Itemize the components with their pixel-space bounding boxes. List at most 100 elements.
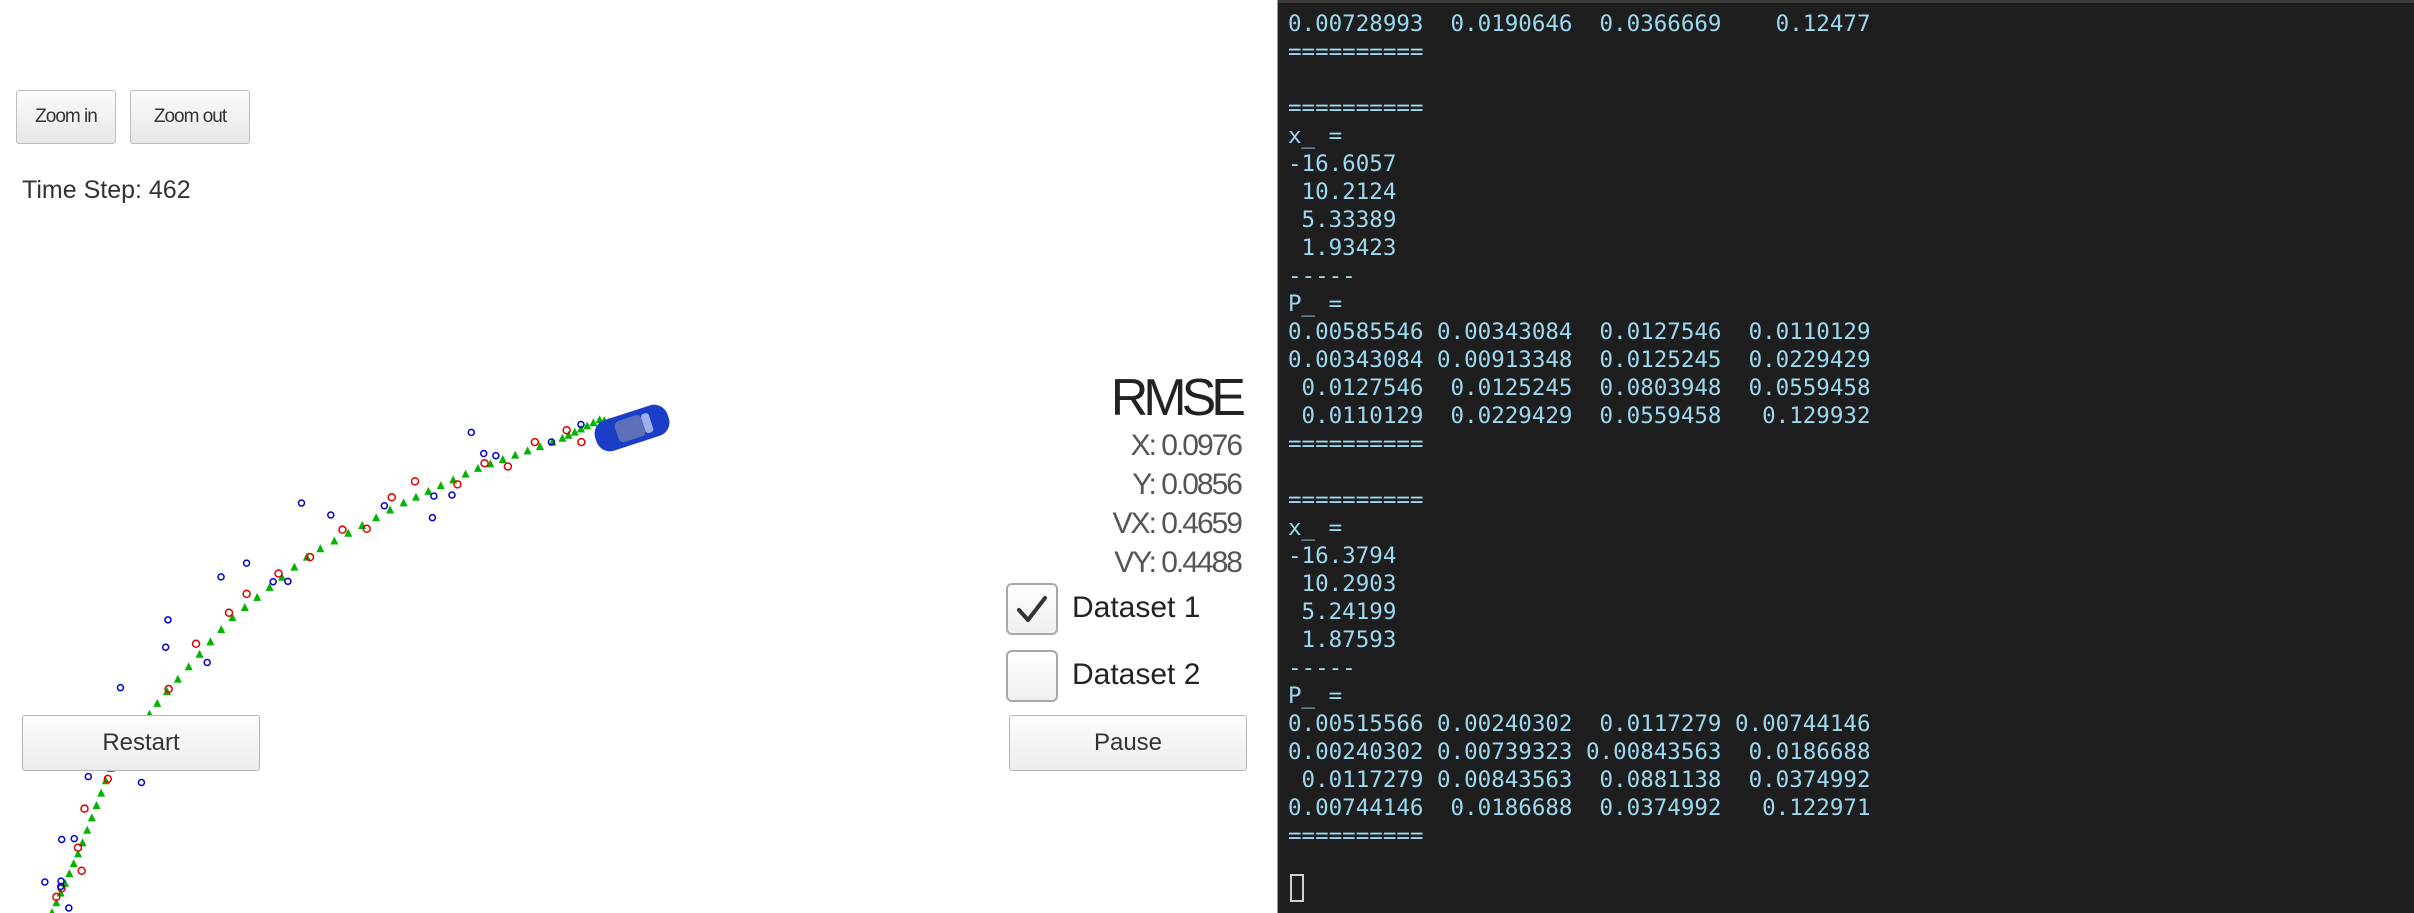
radar-marker — [503, 462, 513, 471]
rmse-vx: VX: 0.4659 — [1112, 507, 1243, 540]
lidar-marker — [84, 772, 93, 781]
lidar-marker — [492, 451, 500, 460]
estimate-marker — [436, 481, 445, 490]
lidar-marker — [297, 499, 306, 507]
rmse-y: Y: 0.0856 — [1132, 468, 1243, 501]
lidar-marker — [269, 577, 277, 586]
terminal-line: 0.00240302 0.00739323 0.00843563 0.01866… — [1288, 739, 1871, 765]
radar-marker — [274, 569, 283, 578]
terminal-line: 0.00343084 0.00913348 0.0125245 0.022942… — [1288, 347, 1871, 373]
rmse-x: X: 0.0976 — [1130, 429, 1243, 462]
lidar-marker — [284, 577, 292, 586]
estimate-marker — [523, 446, 532, 455]
lidar-marker — [41, 878, 49, 886]
terminal-line: 10.2124 — [1301, 179, 1397, 205]
lidar-marker — [327, 511, 335, 519]
radar-marker — [191, 639, 201, 649]
dataset-2-label: Dataset 2 — [1072, 658, 1201, 691]
lidar-marker — [70, 834, 78, 843]
estimate-marker — [536, 442, 544, 450]
pause-button[interactable]: Pause — [1009, 715, 1247, 771]
estimate-marker — [253, 592, 262, 601]
zoom-out-button[interactable]: Zoom out — [130, 90, 250, 144]
terminal-line: 0.00744146 0.0186688 0.0374992 0.122971 — [1288, 795, 1871, 821]
estimate-marker — [399, 498, 408, 507]
estimate-marker — [498, 455, 507, 464]
estimate-marker — [69, 859, 78, 868]
terminal-line: -16.3794 — [1288, 543, 1397, 569]
lidar-marker — [217, 573, 225, 581]
estimate-marker — [163, 687, 171, 695]
terminal-line: x_ = — [1288, 515, 1343, 541]
estimate-marker — [372, 513, 381, 522]
rmse-title: RMSE — [1110, 369, 1246, 427]
radar-marker — [577, 437, 586, 447]
terminal-line: ----- — [1288, 655, 1356, 681]
lidar-marker — [467, 428, 476, 437]
terminal-line: 0.0117279 0.00843563 0.0881138 0.0374992 — [1301, 767, 1871, 793]
radar-marker — [80, 804, 89, 813]
estimate-marker — [330, 536, 339, 545]
radar-marker — [338, 525, 347, 534]
terminal-line: ----- — [1288, 263, 1356, 289]
estimate-marker — [449, 475, 458, 484]
lidar-marker — [164, 616, 172, 624]
estimate-marker — [217, 625, 226, 633]
radar-marker — [410, 477, 420, 486]
estimate-marker — [173, 674, 182, 683]
restart-button[interactable]: Restart — [22, 715, 260, 771]
terminal-line: ========== — [1288, 95, 1424, 121]
estimate-marker — [49, 908, 55, 913]
estimate-marker — [153, 698, 162, 707]
lidar-marker — [161, 643, 170, 652]
estimate-marker — [290, 562, 299, 571]
lidar-marker — [448, 491, 456, 499]
lidar-marker — [430, 492, 438, 500]
terminal-line: 10.2903 — [1301, 571, 1397, 597]
radar-marker — [77, 866, 86, 875]
terminal-line: ========== — [1288, 487, 1424, 513]
terminal-output: 0.00728993 0.0190646 0.0366669 0.12477 =… — [1288, 10, 1870, 850]
simulator-view: Zoom in Zoom out Time Step: 462 RMSE X: … — [0, 0, 1277, 913]
terminal-line: 0.00585546 0.00343084 0.0127546 0.011012… — [1288, 319, 1871, 345]
estimate-marker — [83, 825, 92, 834]
radar-marker — [530, 437, 540, 447]
terminal-line: ========== — [1288, 431, 1424, 457]
terminal-line: ========== — [1288, 39, 1424, 65]
terminal-line: ========== — [1288, 823, 1424, 849]
dataset-2-checkbox[interactable] — [1006, 650, 1058, 702]
terminal-line: 0.0127546 0.0125245 0.0803948 0.0559458 — [1301, 375, 1871, 401]
rmse-panel: RMSE X: 0.0976 Y: 0.0856 VX: 0.4659 VY: … — [1110, 369, 1246, 582]
lidar-marker — [57, 835, 66, 844]
estimate-marker — [92, 801, 101, 809]
time-step-label: Time Step: 462 — [22, 176, 191, 204]
checkmark-icon — [1017, 596, 1047, 622]
terminal-line: 0.0110129 0.0229429 0.0559458 0.129932 — [1301, 403, 1871, 429]
radar-marker — [562, 425, 571, 435]
lidar-marker — [137, 778, 146, 787]
terminal-top-border — [1278, 0, 2414, 3]
terminal-line: 5.24199 — [1301, 599, 1397, 625]
terminal-cursor — [1290, 874, 1304, 902]
radar-marker — [387, 493, 397, 502]
dataset-1-checkbox[interactable] — [1006, 583, 1058, 635]
estimate-marker — [97, 788, 106, 797]
dataset-1-label: Dataset 1 — [1072, 591, 1201, 624]
estimate-marker — [316, 544, 325, 553]
terminal-line: 5.33389 — [1301, 207, 1397, 233]
radar-marker — [480, 458, 489, 468]
terminal-line: P_ = — [1288, 683, 1343, 709]
estimate-marker — [184, 662, 193, 671]
estimate-marker — [461, 469, 470, 478]
estimate-marker — [240, 602, 249, 611]
radar-marker — [242, 589, 251, 599]
lidar-marker — [242, 559, 251, 567]
zoom-in-button[interactable]: Zoom in — [16, 90, 116, 144]
radar-marker — [453, 480, 462, 489]
terminal-line: 1.93423 — [1301, 235, 1397, 261]
lidar-marker — [203, 658, 211, 667]
terminal-line: -16.6057 — [1288, 151, 1397, 177]
terminal-line: x_ = — [1288, 123, 1343, 149]
terminal-window[interactable]: 0.00728993 0.0190646 0.0366669 0.12477 =… — [1278, 0, 2414, 913]
rmse-vy: VY: 0.4488 — [1114, 546, 1243, 579]
